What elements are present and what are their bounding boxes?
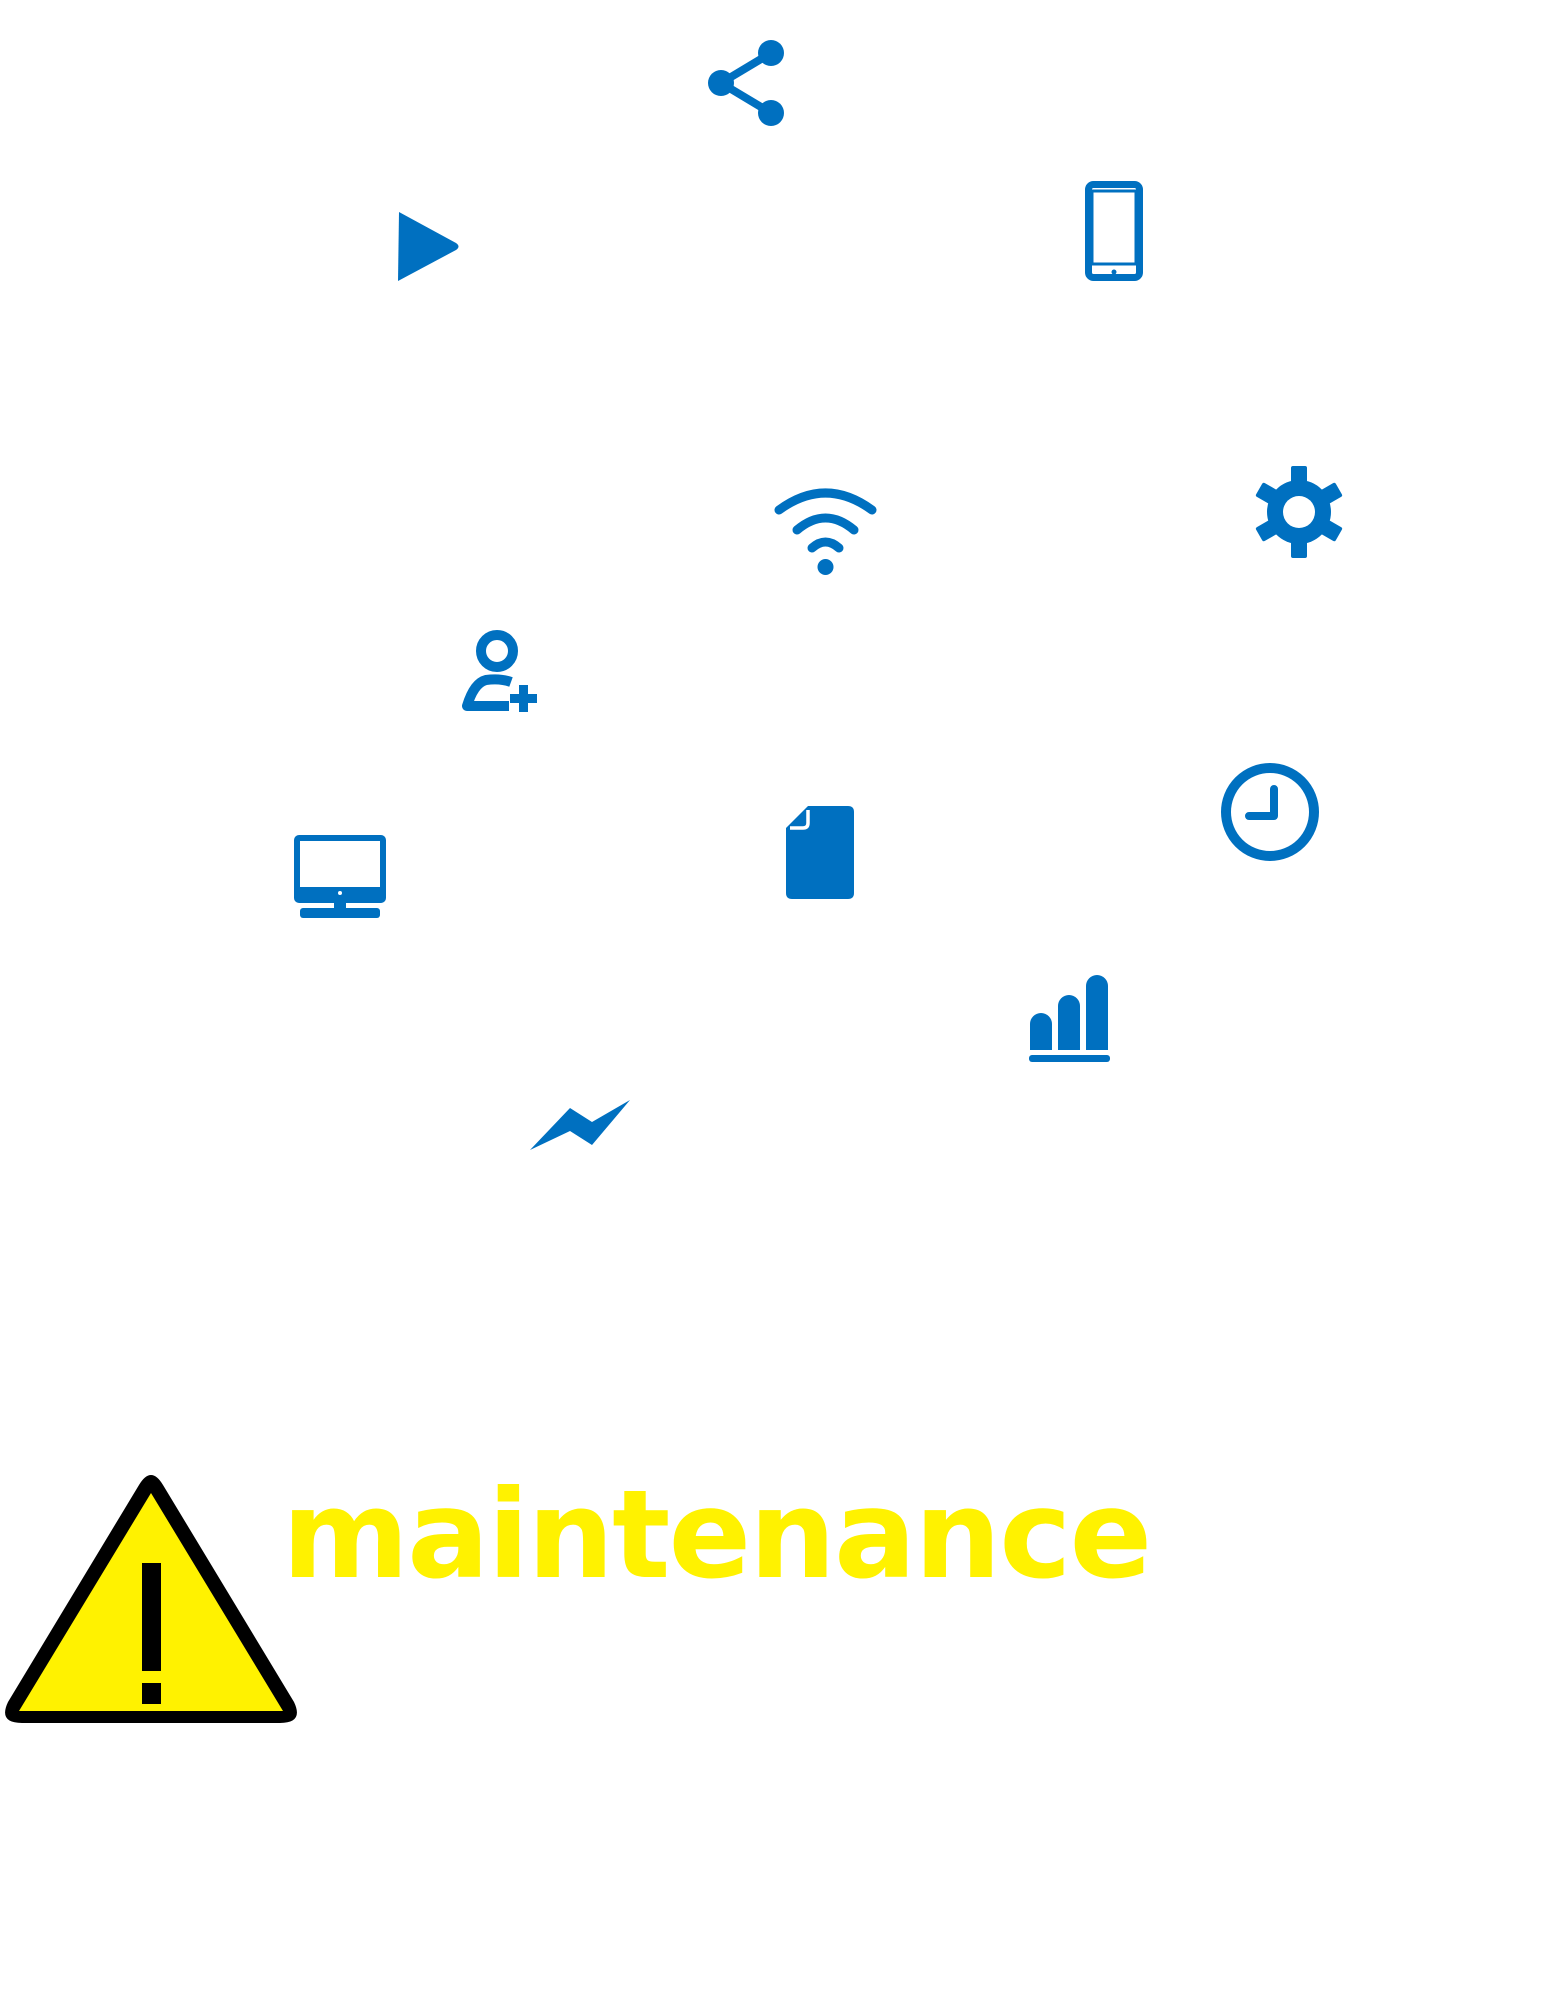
share-icon — [706, 37, 786, 129]
add-user-icon-graphic — [462, 630, 537, 712]
monitor-icon — [294, 835, 386, 919]
smartphone-icon — [1085, 181, 1143, 281]
warning-icon-graphic — [5, 1475, 297, 1723]
bar-chart-icon — [1029, 975, 1110, 1063]
add-user-icon — [462, 630, 537, 717]
wifi-icon — [773, 486, 878, 577]
gear-icon-graphic — [1255, 466, 1343, 558]
wifi-icon-graphic — [774, 488, 877, 575]
smartphone-icon-graphic — [1085, 181, 1143, 281]
clock-icon-graphic — [1221, 763, 1319, 861]
trend-line-icon-graphic — [530, 1100, 630, 1150]
maintenance-label: maintenance — [282, 1464, 1152, 1606]
share-icon-graphic — [708, 40, 784, 126]
monitor-icon-graphic — [294, 835, 386, 918]
bar-chart-icon-graphic — [1029, 975, 1110, 1062]
warning-icon — [0, 1468, 303, 1730]
clock-icon — [1220, 762, 1320, 862]
trend-line-icon — [530, 1098, 630, 1150]
play-icon — [398, 212, 460, 281]
document-icon-graphic — [786, 806, 854, 899]
play-icon-graphic — [398, 212, 459, 281]
gear-icon — [1253, 466, 1345, 558]
document-icon — [786, 806, 854, 899]
